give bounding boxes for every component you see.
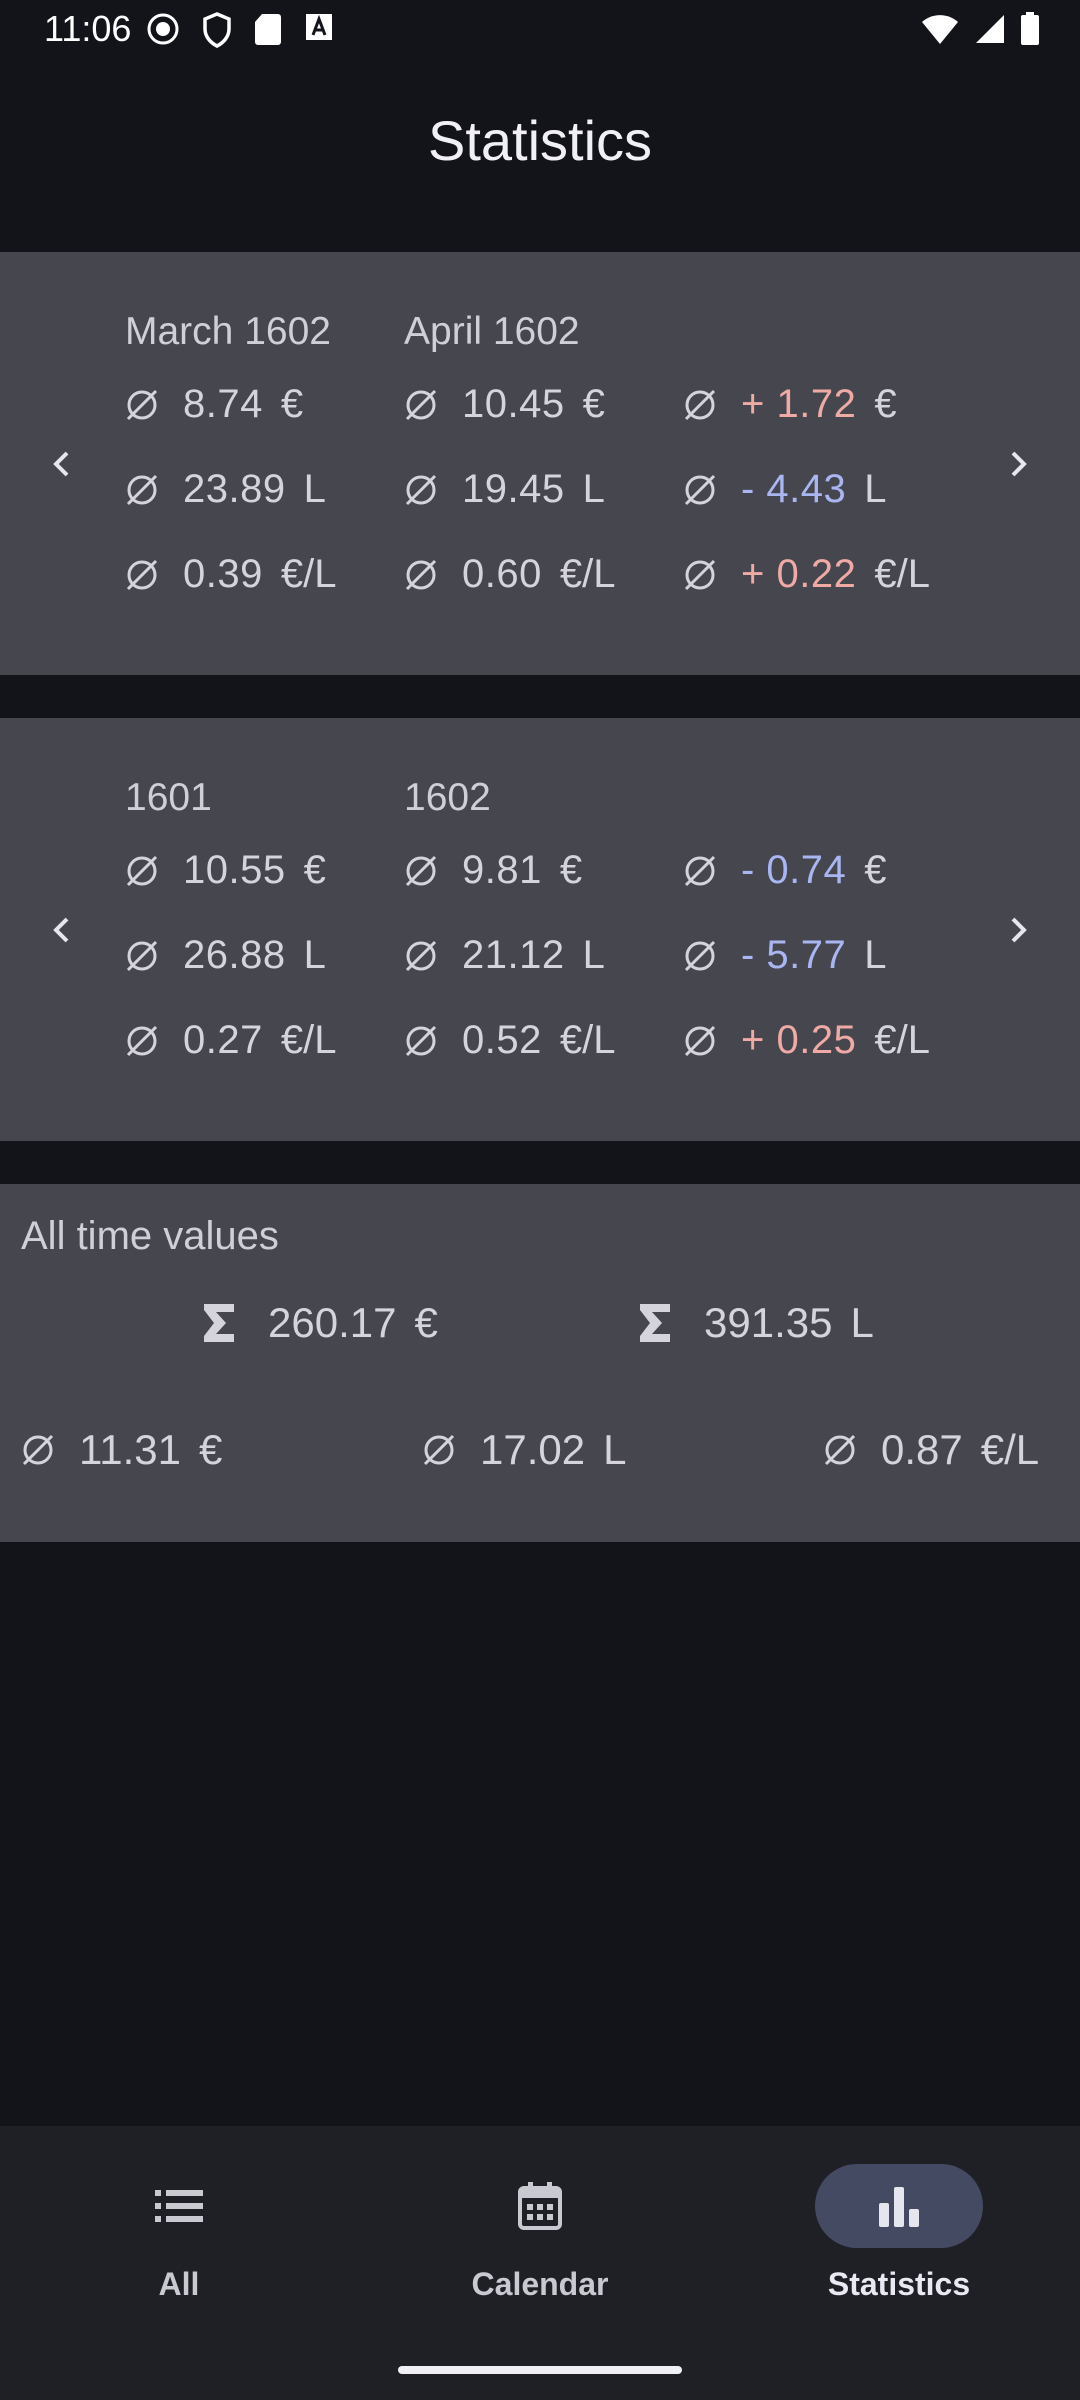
- tab-statistics[interactable]: Statistics: [779, 2164, 1019, 2303]
- left-average-volume: 26.88 L: [125, 933, 326, 978]
- signal-icon: [976, 15, 1004, 43]
- right-average-cost: 9.81 €: [404, 848, 582, 893]
- average-icon: [405, 1025, 437, 1056]
- chevron-right-icon: [1011, 451, 1027, 477]
- all-time-average-cost: 11.31 €: [21, 1426, 222, 1474]
- average-icon: [405, 474, 437, 505]
- all-time-average-volume: 17.02 L: [422, 1426, 626, 1474]
- yearly-comparison-card: 1601 1602 10.55 € 9.81 € - 0.74 € 26.88 L 21…: [0, 718, 1080, 1141]
- average-icon: [423, 1434, 455, 1466]
- gesture-bar[interactable]: [398, 2366, 682, 2374]
- next-month-button[interactable]: [978, 424, 1058, 504]
- average-icon: [126, 559, 158, 590]
- sdcard-icon: [255, 14, 281, 45]
- page-title: Statistics: [427, 109, 653, 172]
- right-average-volume: 21.12 L: [404, 933, 605, 978]
- right-average-cost: 10.45 €: [404, 382, 605, 427]
- difference-average-volume: - 4.43 L: [683, 467, 887, 512]
- average-icon: [684, 389, 716, 420]
- average-icon: [684, 855, 716, 886]
- chevron-right-icon: [1011, 917, 1027, 943]
- calendar-icon: [518, 2182, 562, 2230]
- chevron-left-icon: [53, 917, 69, 943]
- total-volume: 391.35 L: [636, 1299, 874, 1347]
- difference-average-volume: - 5.77 L: [683, 933, 887, 978]
- difference-average-cost: - 0.74 €: [683, 848, 887, 893]
- bottom-navigation: All Calendar Statistics: [0, 2126, 1080, 2400]
- left-average-volume: 23.89 L: [125, 467, 326, 512]
- right-average-price: 0.52 €/L: [404, 1018, 615, 1063]
- difference-average-price: + 0.22 €/L: [683, 552, 930, 597]
- right-average-price: 0.60 €/L: [404, 552, 615, 597]
- average-icon: [126, 855, 158, 886]
- average-icon: [126, 940, 158, 971]
- average-icon: [684, 474, 716, 505]
- next-year-button[interactable]: [978, 890, 1058, 970]
- tab-all[interactable]: All: [59, 2164, 299, 2303]
- average-icon: [126, 474, 158, 505]
- chevron-left-icon: [53, 451, 69, 477]
- all-time-card: All time values 260.17 € 391.35 L 11.31 € 1…: [0, 1184, 1080, 1542]
- total-cost: 260.17 €: [200, 1299, 438, 1347]
- sum-icon: [640, 1304, 670, 1342]
- average-icon: [405, 559, 437, 590]
- left-average-cost: 10.55 €: [125, 848, 326, 893]
- previous-year-button[interactable]: [22, 890, 102, 970]
- sum-icon: [204, 1304, 234, 1342]
- left-average-price: 0.27 €/L: [125, 1018, 336, 1063]
- bar-chart-icon: [879, 2187, 919, 2227]
- tab-all-label: All: [158, 2266, 200, 2302]
- monthly-comparison-card: March 1602 April 1602 8.74 € 10.45 € + 1.7…: [0, 252, 1080, 675]
- difference-average-cost: + 1.72 €: [683, 382, 897, 427]
- right-average-volume: 19.45 L: [404, 467, 605, 512]
- battery-icon: [1021, 12, 1039, 45]
- average-icon: [684, 940, 716, 971]
- status-bar: 11:06: [0, 0, 1080, 60]
- difference-average-price: + 0.25 €/L: [683, 1018, 930, 1063]
- average-icon: [126, 1025, 158, 1056]
- previous-month-button[interactable]: [22, 424, 102, 504]
- all-time-average-price: 0.87 €/L: [823, 1426, 1039, 1474]
- status-time: 11:06: [44, 8, 132, 49]
- shield-icon: [203, 12, 231, 48]
- wifi-icon: [922, 15, 958, 44]
- average-icon: [405, 940, 437, 971]
- active-tab-indicator: [815, 2164, 983, 2248]
- right-period-heading: 1602: [404, 776, 491, 819]
- left-period-heading: March 1602: [125, 310, 331, 353]
- average-icon: [126, 389, 158, 420]
- tab-calendar[interactable]: Calendar: [420, 2164, 660, 2303]
- left-average-cost: 8.74 €: [125, 382, 303, 427]
- record-icon: [147, 13, 179, 45]
- average-icon: [405, 389, 437, 420]
- font-a-icon: [306, 14, 332, 40]
- average-icon: [684, 559, 716, 590]
- right-period-heading: April 1602: [404, 310, 580, 353]
- tab-statistics-label: Statistics: [827, 2266, 971, 2302]
- average-icon: [22, 1434, 54, 1466]
- average-icon: [824, 1434, 856, 1466]
- left-average-price: 0.39 €/L: [125, 552, 336, 597]
- all-time-label: All time values: [21, 1214, 279, 1258]
- left-period-heading: 1601: [125, 776, 212, 819]
- tab-calendar-label: Calendar: [471, 2266, 609, 2302]
- average-icon: [405, 855, 437, 886]
- average-icon: [684, 1025, 716, 1056]
- list-icon: [155, 2190, 203, 2222]
